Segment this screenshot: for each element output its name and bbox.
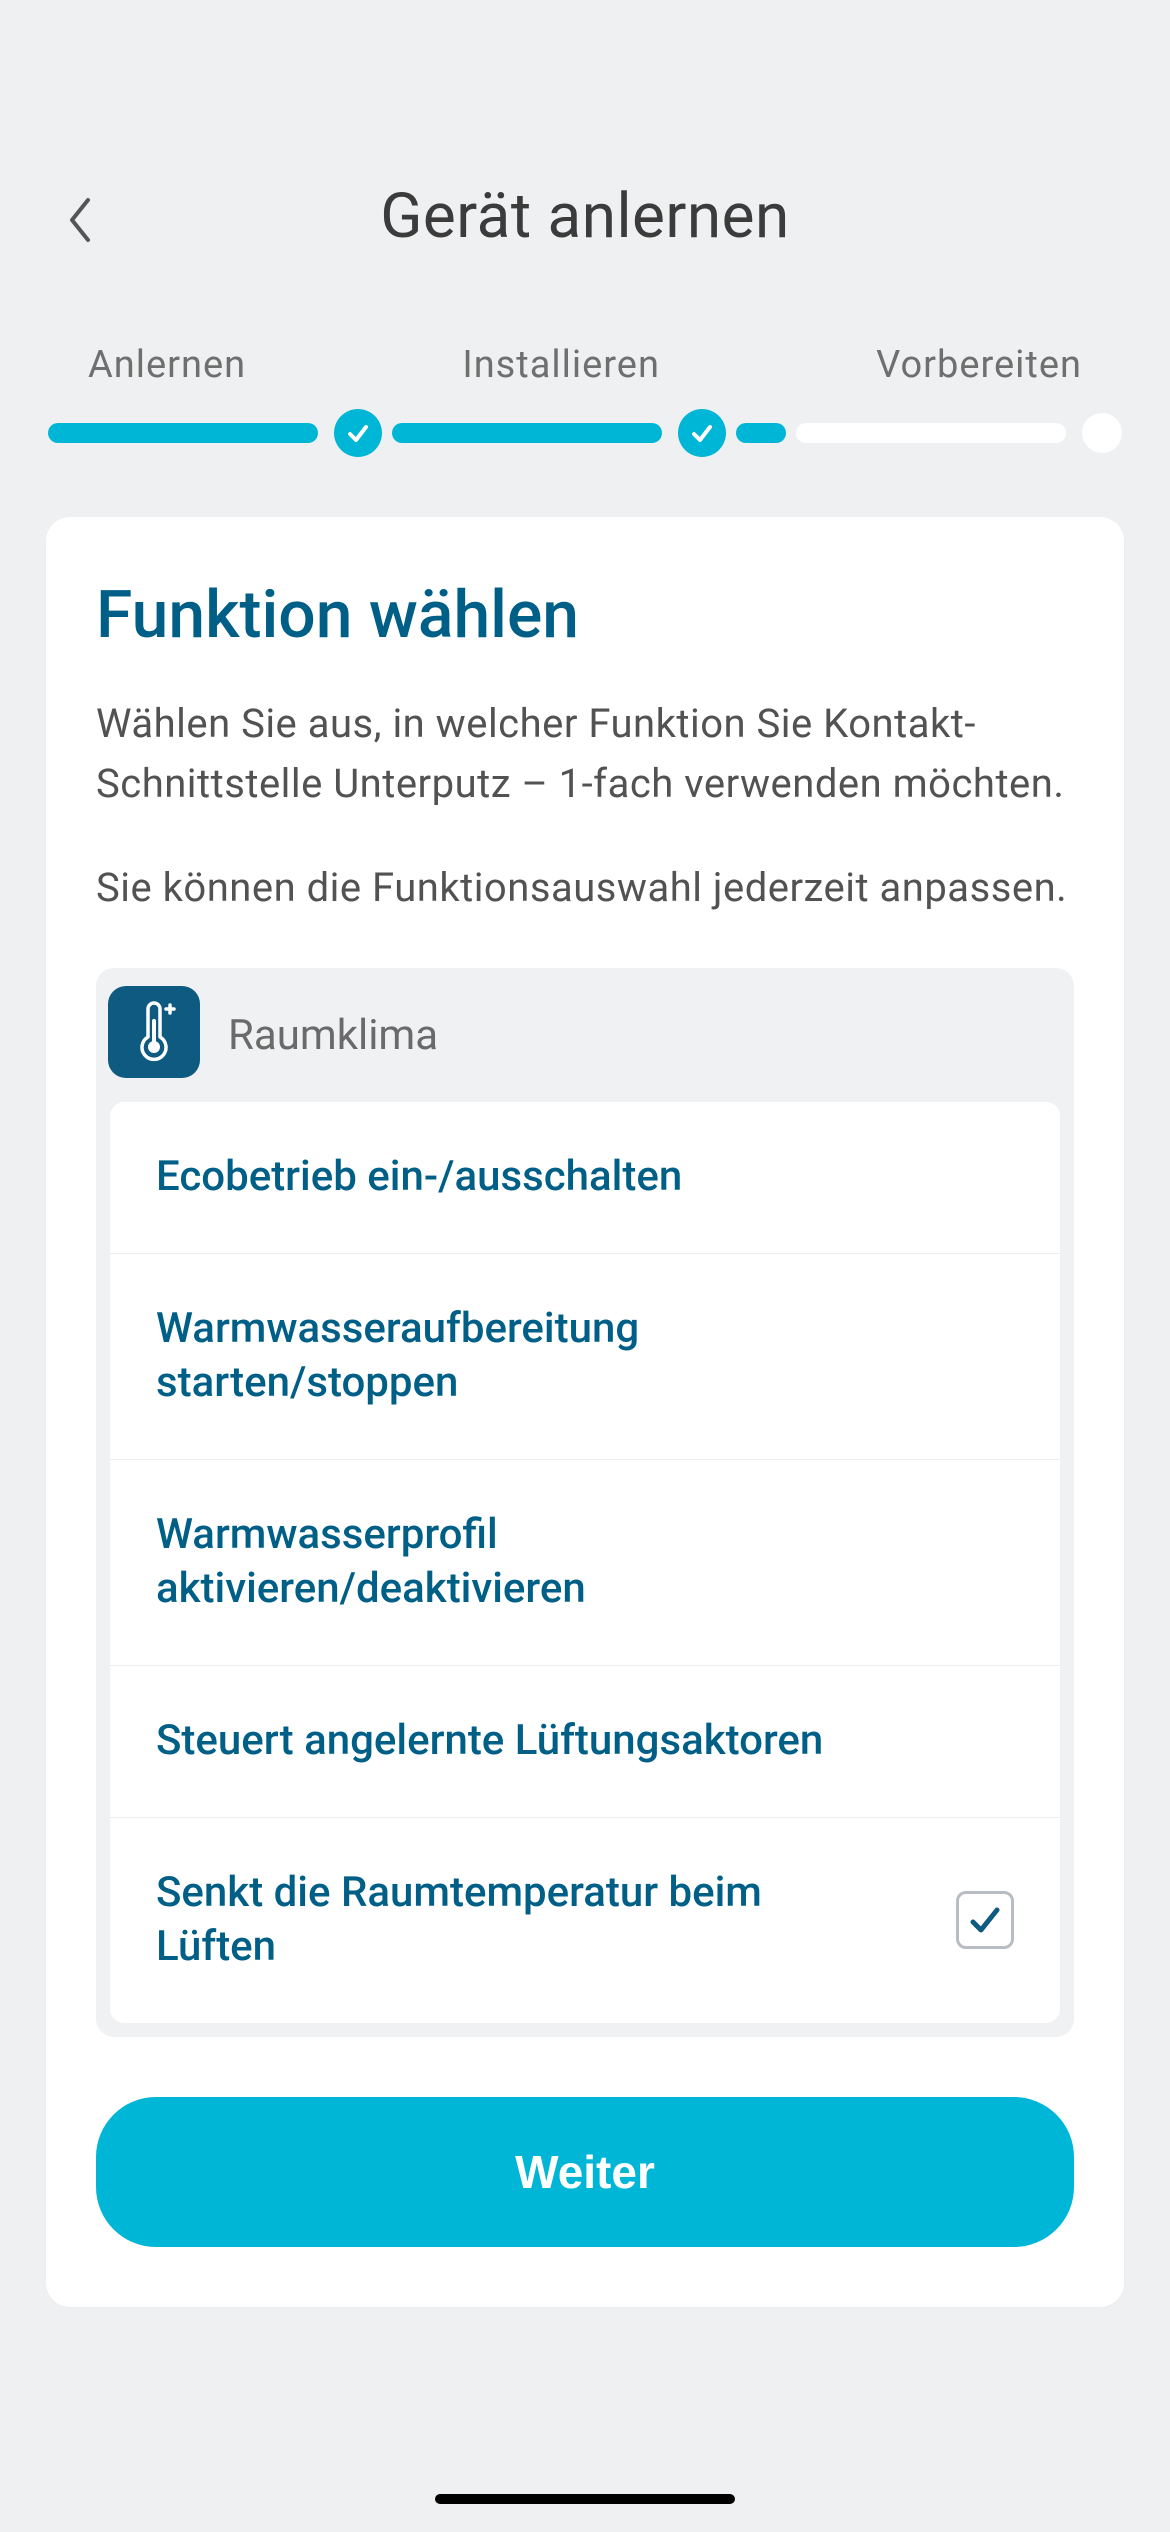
checkmark-icon [965,1900,1005,1940]
back-button[interactable] [60,190,100,250]
step-bar-1 [48,423,318,443]
list-item[interactable]: Warmwasseraufbereitung starten/stoppen [110,1254,1060,1460]
home-indicator[interactable] [435,2494,735,2504]
step-label-2: Installieren [462,343,660,387]
list-item-label: Warmwasseraufbereitung starten/stoppen [156,1302,876,1411]
step-label-3: Vorbereiten [876,343,1082,387]
function-group: Raumklima Ecobetrieb ein-/ausschalten Wa… [96,968,1074,2037]
step-check-2 [678,409,726,457]
card-title: Funktion wählen [96,577,1074,654]
checkmark-icon [345,420,371,446]
chevron-left-icon [66,196,94,244]
card-description-2: Sie können die Funktionsauswahl jederzei… [96,858,1074,918]
card-description-1: Wählen Sie aus, in welcher Funktion Sie … [96,694,1074,814]
checkbox-checked[interactable] [956,1891,1014,1949]
step-bar-3-remaining [796,423,1066,443]
step-bar-2 [392,423,662,443]
checkmark-icon [689,420,715,446]
continue-button[interactable]: Weiter [96,2097,1074,2247]
step-label-1: Anlernen [88,343,246,387]
page-title: Gerät anlernen [380,180,790,253]
group-title: Raumklima [228,1011,438,1060]
thermometer-icon [108,986,200,1078]
stepper-labels: Anlernen Installieren Vorbereiten [48,343,1122,387]
list-item[interactable]: Senkt die Raumtemperatur beim Lüften [110,1818,1060,2023]
list-item[interactable]: Warmwasserprofil aktivieren/deaktivieren [110,1460,1060,1666]
stepper-bars [48,409,1122,457]
step-end-circle [1082,413,1122,453]
list-item-label: Ecobetrieb ein-/ausschalten [156,1150,682,1205]
step-check-1 [334,409,382,457]
group-header: Raumklima [110,968,1060,1102]
list-item-label: Warmwasserprofil aktivieren/deaktivieren [156,1508,876,1617]
list-item-label: Senkt die Raumtemperatur beim Lüften [156,1866,876,1975]
step-bar-3-progress [736,423,786,443]
function-list: Ecobetrieb ein-/ausschalten Warmwasserau… [110,1102,1060,2023]
list-item[interactable]: Ecobetrieb ein-/ausschalten [110,1102,1060,1254]
content-card: Funktion wählen Wählen Sie aus, in welch… [46,517,1124,2307]
list-item[interactable]: Steuert angelernte Lüftungsaktoren [110,1666,1060,1818]
header: Gerät anlernen [0,0,1170,293]
stepper: Anlernen Installieren Vorbereiten [0,293,1170,477]
list-item-label: Steuert angelernte Lüftungsaktoren [156,1714,823,1769]
